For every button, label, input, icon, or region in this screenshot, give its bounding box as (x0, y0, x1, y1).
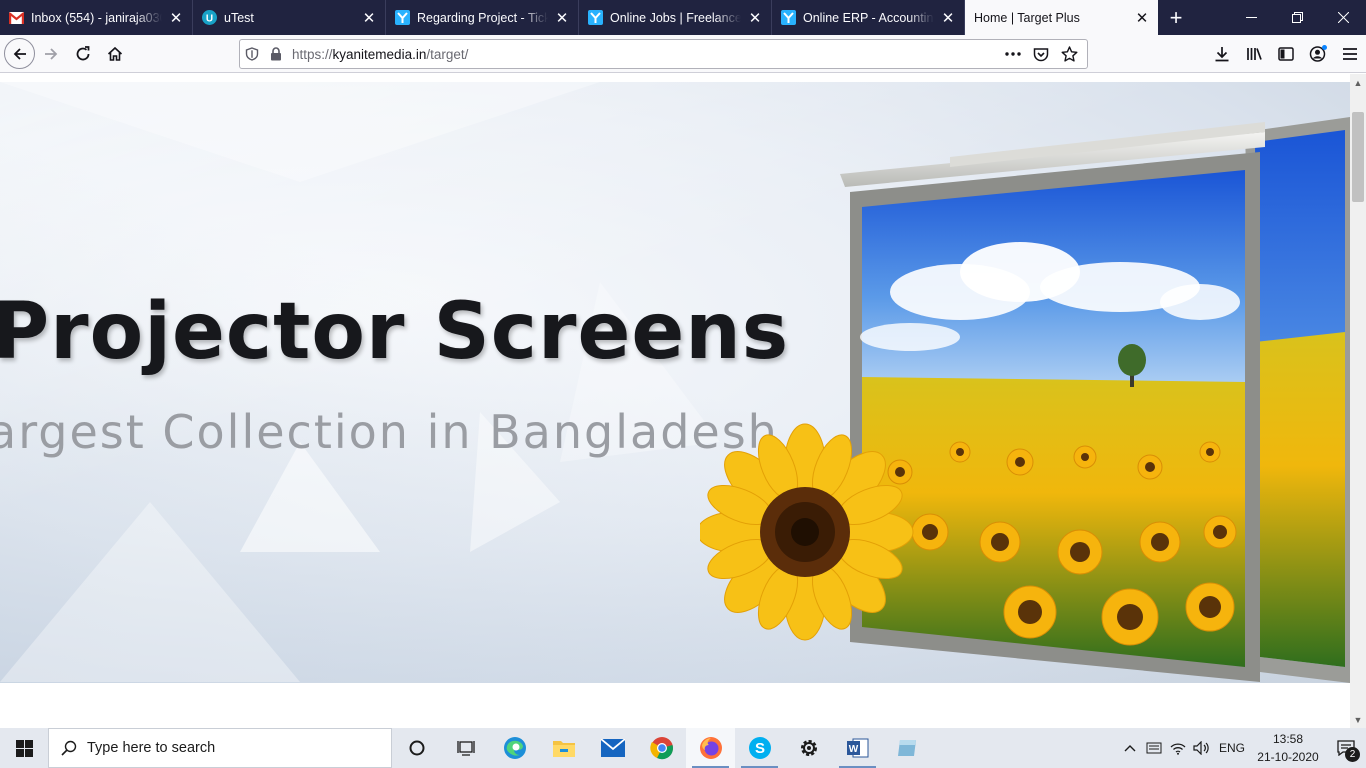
firefox-icon[interactable] (686, 728, 735, 768)
search-placeholder: Type here to search (87, 740, 216, 756)
start-button[interactable] (0, 728, 48, 768)
new-tab-button[interactable]: + (1158, 0, 1194, 35)
close-tab-icon[interactable]: ✕ (747, 10, 763, 27)
volume-icon[interactable] (1190, 728, 1214, 768)
chrome-icon[interactable] (637, 728, 686, 768)
address-bar-actions (999, 40, 1083, 68)
taskbar-search-box[interactable]: Type here to search (48, 728, 392, 768)
close-tab-icon[interactable]: ✕ (940, 10, 956, 27)
hero-banner: Projector Screens argest Collection in B… (0, 82, 1350, 683)
tab-regarding-project[interactable]: Regarding Project - Ticke ✕ (386, 0, 579, 35)
tab-online-jobs[interactable]: Online Jobs | Freelance Er ✕ (579, 0, 772, 35)
freelancer-icon (395, 10, 410, 25)
freelancer-icon (588, 10, 603, 25)
app-icon[interactable] (882, 728, 931, 768)
system-tray: ENG 13:58 21-10-2020 2 (1118, 728, 1366, 768)
tab-title: Online Jobs | Freelance Er (610, 10, 741, 25)
account-icon[interactable] (1302, 38, 1334, 70)
projector-screen-illustration (700, 117, 1350, 683)
language-indicator[interactable]: ENG (1214, 728, 1250, 768)
close-window-icon[interactable] (1320, 0, 1366, 35)
tab-title: Regarding Project - Ticke (417, 10, 548, 25)
svg-text:U: U (206, 13, 213, 24)
clock-date: 21-10-2020 (1257, 750, 1319, 764)
close-tab-icon[interactable]: ✕ (1134, 10, 1150, 27)
close-tab-icon[interactable]: ✕ (168, 10, 184, 27)
svg-text:W: W (848, 744, 858, 755)
url-scheme: https:// (292, 46, 333, 62)
tab-online-erp[interactable]: Online ERP - Accounting ✕ (772, 0, 965, 35)
file-explorer-icon[interactable] (539, 728, 588, 768)
home-button[interactable] (99, 38, 131, 70)
library-icon[interactable] (1238, 38, 1270, 70)
tab-utest[interactable]: U uTest ✕ (193, 0, 386, 35)
hero-subtitle: argest Collection in Bangladesh (0, 405, 779, 459)
lock-icon[interactable] (264, 40, 288, 68)
tab-target-plus[interactable]: Home | Target Plus ✕ (965, 0, 1158, 35)
forward-button[interactable] (35, 38, 67, 70)
freelancer-icon (781, 10, 796, 25)
clock-time: 13:58 (1272, 732, 1304, 746)
tracking-protection-shield-icon[interactable] (240, 40, 264, 68)
wifi-icon[interactable] (1166, 728, 1190, 768)
window-controls (1228, 0, 1366, 35)
restore-icon[interactable] (1274, 0, 1320, 35)
tab-title: Online ERP - Accounting (803, 10, 934, 25)
tab-gmail[interactable]: Inbox (554) - janiraja0307 ✕ (0, 0, 193, 35)
minimize-icon[interactable] (1228, 0, 1274, 35)
scroll-down-arrow-icon[interactable]: ▼ (1350, 711, 1366, 728)
gmail-icon (9, 10, 24, 25)
windows-logo-icon (15, 739, 33, 757)
chevron-up-icon[interactable] (1118, 728, 1142, 768)
url-host: kyanitemedia.in (332, 46, 427, 62)
bookmark-star-icon[interactable] (1055, 40, 1083, 68)
svg-text:S: S (754, 740, 764, 757)
clock[interactable]: 13:58 21-10-2020 (1250, 730, 1326, 766)
hamburger-menu-icon[interactable] (1334, 38, 1366, 70)
back-button[interactable] (4, 38, 35, 69)
tab-title: Inbox (554) - janiraja0307 (31, 10, 162, 25)
tab-title: uTest (224, 10, 254, 25)
url-path: /target/ (426, 46, 469, 62)
tab-title: Home | Target Plus (974, 10, 1080, 25)
address-bar[interactable]: https://kyanitemedia.in/target/ (239, 39, 1088, 69)
page-actions-menu-icon[interactable] (999, 40, 1027, 68)
cortana-icon[interactable] (392, 728, 441, 768)
word-icon[interactable]: W (833, 728, 882, 768)
page-scrollbar[interactable]: ▲ ▼ (1350, 74, 1366, 728)
edge-icon[interactable] (490, 728, 539, 768)
scroll-up-arrow-icon[interactable]: ▲ (1350, 74, 1366, 91)
close-tab-icon[interactable]: ✕ (554, 10, 570, 27)
toolbar-right-actions (1206, 38, 1366, 70)
hero-title: Projector Screens (0, 287, 790, 377)
close-tab-icon[interactable]: ✕ (361, 10, 377, 27)
sidebar-toggle-icon[interactable] (1270, 38, 1302, 70)
input-indicator-icon[interactable] (1142, 728, 1166, 768)
task-view-icon[interactable] (441, 728, 490, 768)
downloads-icon[interactable] (1206, 38, 1238, 70)
notification-badge: 2 (1345, 747, 1360, 762)
pocket-icon[interactable] (1027, 40, 1055, 68)
page-viewport: Projector Screens argest Collection in B… (0, 74, 1350, 728)
windows-taskbar: Type here to search S W ENG 13:58 21-10-… (0, 728, 1366, 768)
utest-icon: U (202, 10, 217, 25)
settings-gear-icon[interactable] (784, 728, 833, 768)
action-center-button[interactable]: 2 (1326, 728, 1366, 768)
reload-button[interactable] (67, 38, 99, 70)
tab-strip: Inbox (554) - janiraja0307 ✕ U uTest ✕ R… (0, 0, 1366, 35)
search-icon (61, 740, 77, 756)
scrollbar-thumb[interactable] (1352, 112, 1364, 202)
skype-icon[interactable]: S (735, 728, 784, 768)
mail-icon[interactable] (588, 728, 637, 768)
url-text[interactable]: https://kyanitemedia.in/target/ (292, 47, 999, 62)
navigation-toolbar: https://kyanitemedia.in/target/ (0, 35, 1366, 73)
